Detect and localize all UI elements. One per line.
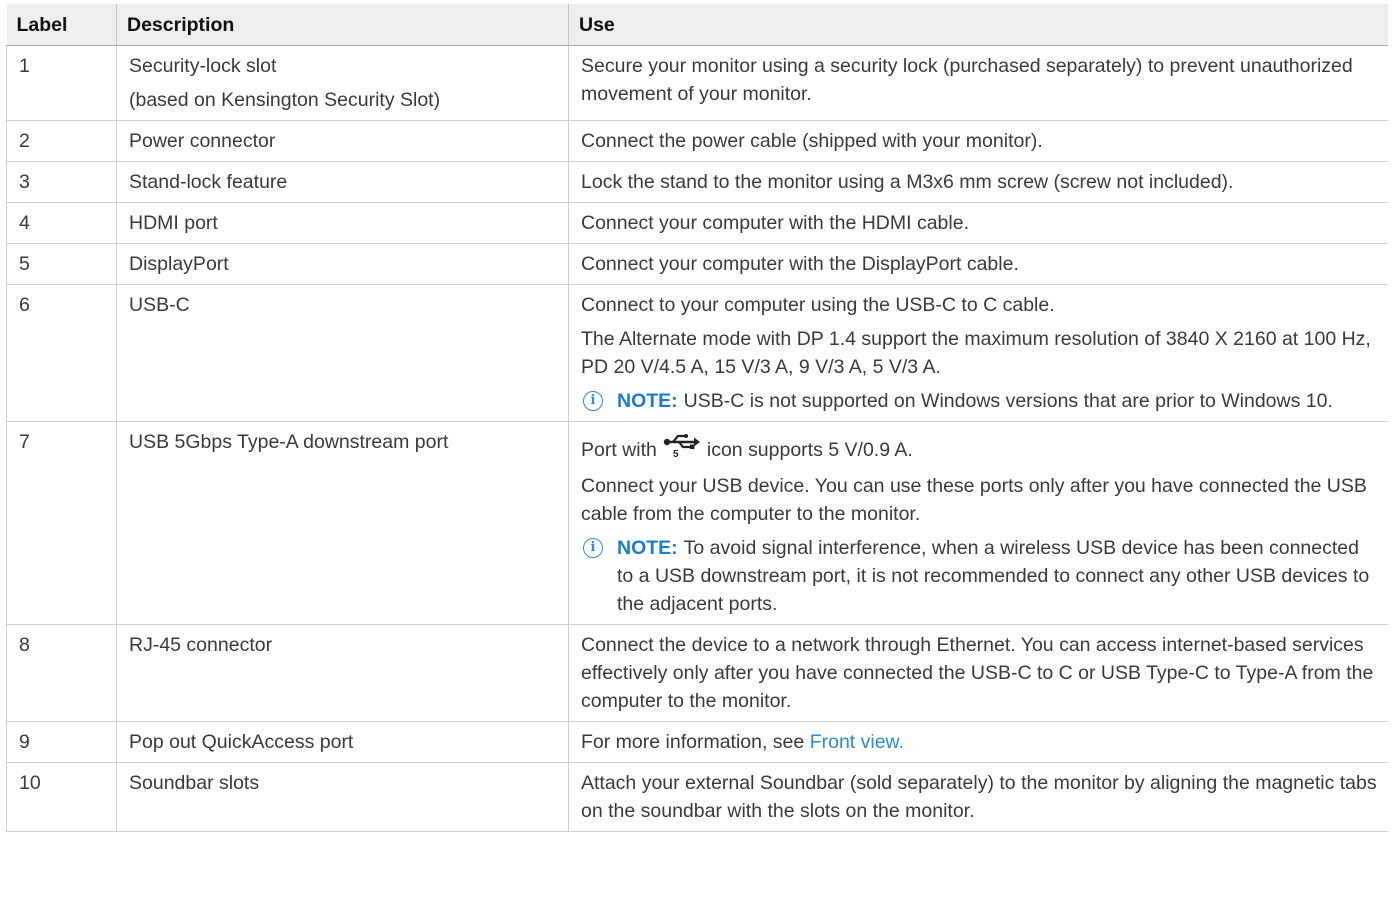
row-label: 3 bbox=[6, 161, 117, 203]
table-header-row: Label Description Use bbox=[6, 4, 1388, 46]
note-label: NOTE: bbox=[617, 390, 678, 412]
note-text: USB-C is not supported on Windows versio… bbox=[683, 390, 1333, 412]
row-use: Connect the device to a network through … bbox=[568, 624, 1388, 722]
use-text: Connect your USB device. You can use the… bbox=[581, 475, 1367, 525]
row-description: DisplayPort bbox=[116, 243, 569, 285]
row-use: Attach your external Soundbar (sold sepa… bbox=[568, 762, 1388, 832]
table-row: 9 Pop out QuickAccess port For more info… bbox=[6, 721, 1388, 763]
row-label: 9 bbox=[6, 721, 117, 763]
row-description: Stand-lock feature bbox=[116, 161, 569, 203]
table-row: 5 DisplayPort Connect your computer with… bbox=[6, 243, 1388, 285]
row-description: Security-lock slot (based on Kensington … bbox=[116, 45, 569, 121]
row-label: 2 bbox=[6, 120, 117, 162]
use-text: Connect to your computer using the USB-C… bbox=[581, 294, 1055, 316]
row-label: 7 bbox=[6, 421, 117, 625]
row-description: Power connector bbox=[116, 120, 569, 162]
use-text: For more information, see bbox=[581, 731, 805, 753]
row-label: 5 bbox=[6, 243, 117, 285]
ports-table: Label Description Use 1 Security-lock sl… bbox=[6, 4, 1388, 832]
usb-icon: 5 bbox=[663, 434, 701, 466]
note-text: To avoid signal interference, when a wir… bbox=[617, 537, 1370, 615]
row-description: Soundbar slots bbox=[116, 762, 569, 832]
info-circle-icon: i bbox=[583, 391, 603, 411]
note-block: i NOTE: To avoid signal interference, whe… bbox=[581, 534, 1378, 618]
use-text: Port with 5 icon supports 5 V/0.9 A. bbox=[581, 434, 1378, 466]
table-row: 8 RJ-45 connector Connect the device to … bbox=[6, 624, 1388, 722]
row-label: 6 bbox=[6, 284, 117, 422]
row-label: 10 bbox=[6, 762, 117, 832]
row-use: Connect to your computer using the USB-C… bbox=[568, 284, 1388, 422]
note-block: i NOTE: USB-C is not supported on Windows… bbox=[581, 387, 1378, 415]
table-row: 10 Soundbar slots Attach your external S… bbox=[6, 762, 1388, 832]
row-description: USB 5Gbps Type-A downstream port bbox=[116, 421, 569, 625]
description-line: (based on Kensington Security Slot) bbox=[129, 89, 441, 111]
row-label: 1 bbox=[6, 45, 117, 121]
row-description: Pop out QuickAccess port bbox=[116, 721, 569, 763]
usb-speed-text: 5 bbox=[673, 449, 679, 458]
note-content: NOTE: To avoid signal interference, when … bbox=[617, 534, 1378, 618]
row-use: Connect your computer with the DisplayPo… bbox=[568, 243, 1388, 285]
row-description: HDMI port bbox=[116, 202, 569, 244]
use-text-post: icon supports 5 V/0.9 A. bbox=[706, 439, 913, 461]
use-text-pre: Port with bbox=[581, 439, 657, 461]
header-description: Description bbox=[116, 4, 569, 46]
row-use: Port with 5 icon supports 5 V/0.9 A. Conne… bbox=[568, 421, 1388, 625]
header-label: Label bbox=[6, 4, 117, 46]
use-text: The Alternate mode with DP 1.4 support t… bbox=[581, 328, 1371, 378]
table-row: 6 USB-C Connect to your computer using t… bbox=[6, 284, 1388, 422]
table-row: 7 USB 5Gbps Type-A downstream port Port … bbox=[6, 421, 1388, 625]
description-line: Security-lock slot bbox=[129, 55, 277, 77]
row-use: Connect your computer with the HDMI cabl… bbox=[568, 202, 1388, 244]
use-text: Secure your monitor using a security loc… bbox=[581, 55, 1353, 105]
front-view-link[interactable]: Front view. bbox=[810, 731, 904, 753]
row-use: Secure your monitor using a security loc… bbox=[568, 45, 1388, 121]
table-row: 1 Security-lock slot (based on Kensingto… bbox=[6, 45, 1388, 121]
note-label: NOTE: bbox=[617, 537, 678, 559]
header-use: Use bbox=[568, 4, 1388, 46]
table-row: 2 Power connector Connect the power cabl… bbox=[6, 120, 1388, 162]
row-description: RJ-45 connector bbox=[116, 624, 569, 722]
row-label: 4 bbox=[6, 202, 117, 244]
note-content: NOTE: USB-C is not supported on Windows v… bbox=[617, 387, 1333, 415]
row-use: Connect the power cable (shipped with yo… bbox=[568, 120, 1388, 162]
table-row: 4 HDMI port Connect your computer with t… bbox=[6, 202, 1388, 244]
row-description: USB-C bbox=[116, 284, 569, 422]
row-label: 8 bbox=[6, 624, 117, 722]
info-circle-icon: i bbox=[583, 538, 603, 558]
row-use: For more information, see Front view. bbox=[568, 721, 1388, 763]
row-use: Lock the stand to the monitor using a M3… bbox=[568, 161, 1388, 203]
table-row: 3 Stand-lock feature Lock the stand to t… bbox=[6, 161, 1388, 203]
